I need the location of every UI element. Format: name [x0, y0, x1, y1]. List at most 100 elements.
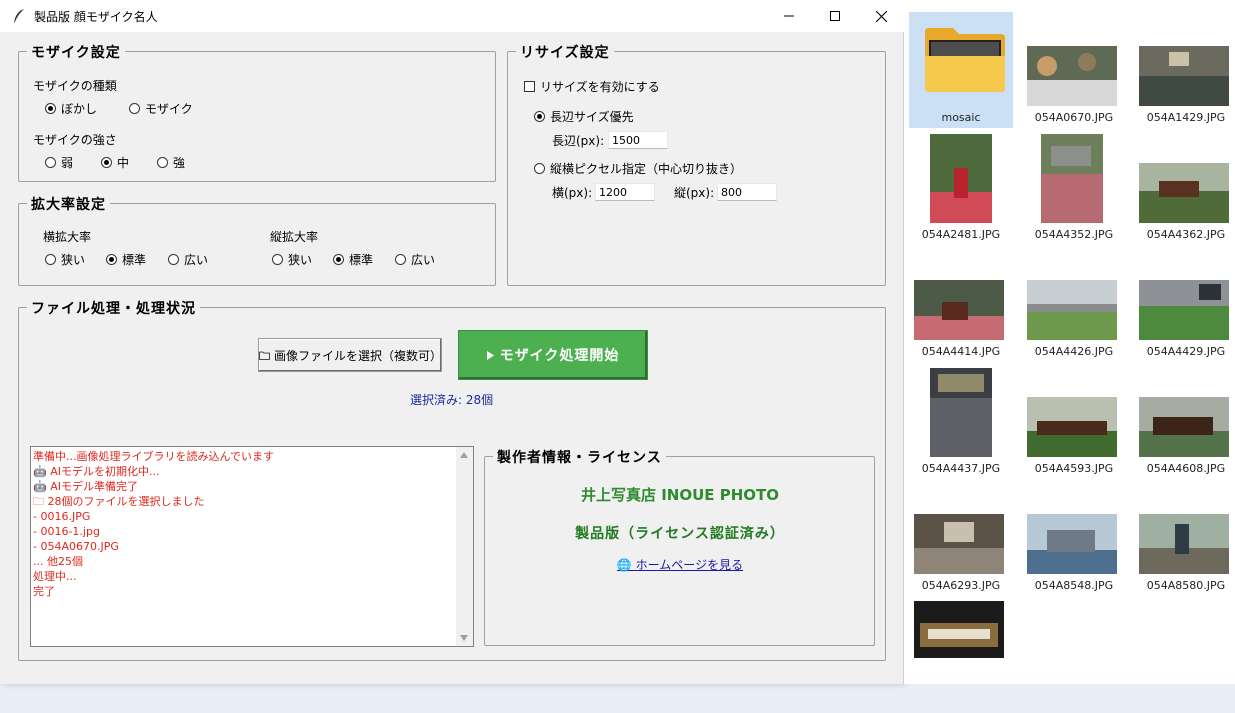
file-explorer: mosaic 054A0670.JPG 054A1429.JPG 054A248…: [904, 0, 1235, 684]
creator-legend: 製作者情報・ライセンス: [493, 447, 666, 467]
radio-h-wide-label: 広い: [184, 253, 209, 267]
photo-thumbnail: [914, 601, 1004, 658]
radio-blur[interactable]: ぼかし: [45, 100, 97, 117]
file-tile[interactable]: 054A4608.JPG: [1134, 363, 1235, 479]
file-tile[interactable]: 054A8580.JPG: [1134, 480, 1235, 596]
log-line: - 054A0670.JPG: [33, 540, 119, 553]
maximize-button[interactable]: [812, 0, 858, 32]
file-tile[interactable]: 054A4437.JPG: [909, 363, 1013, 479]
file-name: 054A4414.JPG: [921, 345, 1001, 358]
radio-mosaic[interactable]: モザイク: [129, 100, 193, 117]
radio-h-narrow-label: 狭い: [61, 253, 86, 267]
log-line: 完了: [33, 585, 55, 598]
file-tile[interactable]: 054A4593.JPG: [1022, 363, 1126, 479]
radio-strength-medium[interactable]: 中: [101, 154, 129, 171]
photo-thumbnail: [930, 368, 992, 457]
log-line: 準備中...画像処理ライブラリを読み込んでいます: [33, 450, 274, 463]
radio-pixel-size[interactable]: 縦横ピクセル指定（中心切り抜き）: [534, 160, 742, 177]
creator-name: 井上写真店 INOUE PHOTO: [580, 486, 780, 504]
file-tile[interactable]: 054A2481.JPG: [909, 129, 1013, 245]
radio-indicator: [45, 103, 56, 114]
log-line: - 0016.JPG: [33, 510, 91, 523]
file-name: mosaic: [941, 111, 981, 124]
scroll-down-icon[interactable]: [460, 635, 468, 641]
radio-strength-strong[interactable]: 強: [157, 154, 185, 171]
mosaic-settings-legend: モザイク設定: [27, 42, 125, 62]
file-tile[interactable]: 054A6293.JPG: [909, 480, 1013, 596]
resize-settings-legend: リサイズ設定: [516, 42, 614, 62]
radio-indicator: [101, 157, 112, 168]
horizontal-zoom-label: 横拡大率: [43, 230, 92, 244]
start-mosaic-label: モザイク処理開始: [499, 348, 620, 364]
radio-h-standard[interactable]: 標準: [106, 251, 146, 268]
resize-enable-label: リサイズを有効にする: [540, 80, 660, 94]
radio-h-wide[interactable]: 広い: [168, 251, 208, 268]
file-tile[interactable]: 054A4414.JPG: [909, 246, 1013, 362]
radio-strength-weak[interactable]: 弱: [45, 154, 73, 171]
folder-tile[interactable]: mosaic: [909, 12, 1013, 128]
photo-thumbnail: [1139, 514, 1229, 574]
radio-blur-label: ぼかし: [61, 102, 98, 116]
radio-v-narrow[interactable]: 狭い: [272, 251, 312, 268]
photo-thumbnail: [1027, 46, 1117, 106]
photo-thumbnail: [1139, 397, 1229, 457]
file-tile[interactable]: 054A4429.JPG: [1134, 246, 1235, 362]
file-name: 054A2481.JPG: [921, 228, 1001, 241]
long-side-input[interactable]: 1500: [608, 131, 668, 149]
log-line: 🤖 AIモデル準備完了: [33, 480, 138, 493]
file-tile[interactable]: [909, 597, 1013, 713]
radio-v-standard[interactable]: 標準: [333, 251, 373, 268]
radio-v-narrow-label: 狭い: [288, 253, 313, 267]
radio-indicator: [106, 254, 117, 265]
log-line: 🤖 AIモデルを初期化中...: [33, 465, 160, 478]
file-name: 054A8548.JPG: [1034, 579, 1114, 592]
radio-indicator: [534, 111, 545, 122]
file-name: 054A8580.JPG: [1146, 579, 1226, 592]
radio-v-standard-label: 標準: [349, 253, 374, 267]
minimize-button[interactable]: [766, 0, 812, 32]
selected-count: 選択済み: 28個: [410, 393, 494, 407]
processing-legend: ファイル処理・処理状況: [27, 298, 200, 318]
file-tile[interactable]: 054A4362.JPG: [1134, 129, 1235, 245]
radio-long-side[interactable]: 長辺サイズ優先: [534, 108, 634, 125]
file-tile[interactable]: 054A0670.JPG: [1022, 12, 1126, 128]
radio-indicator: [157, 157, 168, 168]
scroll-up-icon[interactable]: [460, 452, 468, 458]
resize-enable-checkbox[interactable]: リサイズを有効にする: [524, 78, 660, 95]
height-input[interactable]: 800: [717, 183, 777, 201]
log-scrollbar[interactable]: [456, 447, 473, 646]
radio-indicator: [333, 254, 344, 265]
window-title: 製品版 顔モザイク名人: [34, 10, 158, 24]
mosaic-strength-label: モザイクの強さ: [33, 133, 117, 147]
radio-indicator: [129, 103, 140, 114]
homepage-link[interactable]: 🌐 ホームページを見る: [486, 556, 874, 573]
file-name: 054A4437.JPG: [921, 462, 1001, 475]
radio-pixel-size-label: 縦横ピクセル指定（中心切り抜き）: [550, 162, 743, 176]
title-bar[interactable]: 製品版 顔モザイク名人: [0, 0, 904, 32]
file-name: 054A4593.JPG: [1034, 462, 1114, 475]
file-tile[interactable]: 054A4426.JPG: [1022, 246, 1126, 362]
log-lines: 準備中...画像処理ライブラリを読み込んでいます 🤖 AIモデルを初期化中...…: [33, 449, 457, 599]
width-input[interactable]: 1200: [595, 183, 655, 201]
radio-long-side-label: 長辺サイズ優先: [550, 110, 634, 124]
radio-h-narrow[interactable]: 狭い: [45, 251, 85, 268]
radio-v-wide[interactable]: 広い: [395, 251, 435, 268]
radio-indicator: [272, 254, 283, 265]
width-label: 横(px):: [552, 186, 593, 200]
close-button[interactable]: [858, 0, 904, 32]
start-mosaic-button[interactable]: モザイク処理開始: [458, 330, 648, 380]
photo-thumbnail: [914, 514, 1004, 574]
log-textarea[interactable]: 準備中...画像処理ライブラリを読み込んでいます 🤖 AIモデルを初期化中...…: [30, 446, 474, 647]
checkbox-box: [524, 81, 535, 92]
file-tile[interactable]: 054A8548.JPG: [1022, 480, 1126, 596]
select-files-button[interactable]: 画像ファイルを選択（複数可）: [258, 338, 442, 372]
file-name: 054A4429.JPG: [1146, 345, 1226, 358]
maximize-icon: [830, 11, 840, 21]
app-window: 製品版 顔モザイク名人 モザイク設定 モザイクの種類 ぼかし モザイク モザイク…: [0, 0, 904, 684]
file-tile[interactable]: 054A4352.JPG: [1022, 129, 1126, 245]
log-line: 処理中...: [33, 570, 77, 583]
radio-strength-strong-label: 強: [173, 156, 186, 170]
play-icon: [486, 350, 494, 360]
file-tile[interactable]: 054A1429.JPG: [1134, 12, 1235, 128]
zoom-settings-legend: 拡大率設定: [27, 194, 110, 214]
